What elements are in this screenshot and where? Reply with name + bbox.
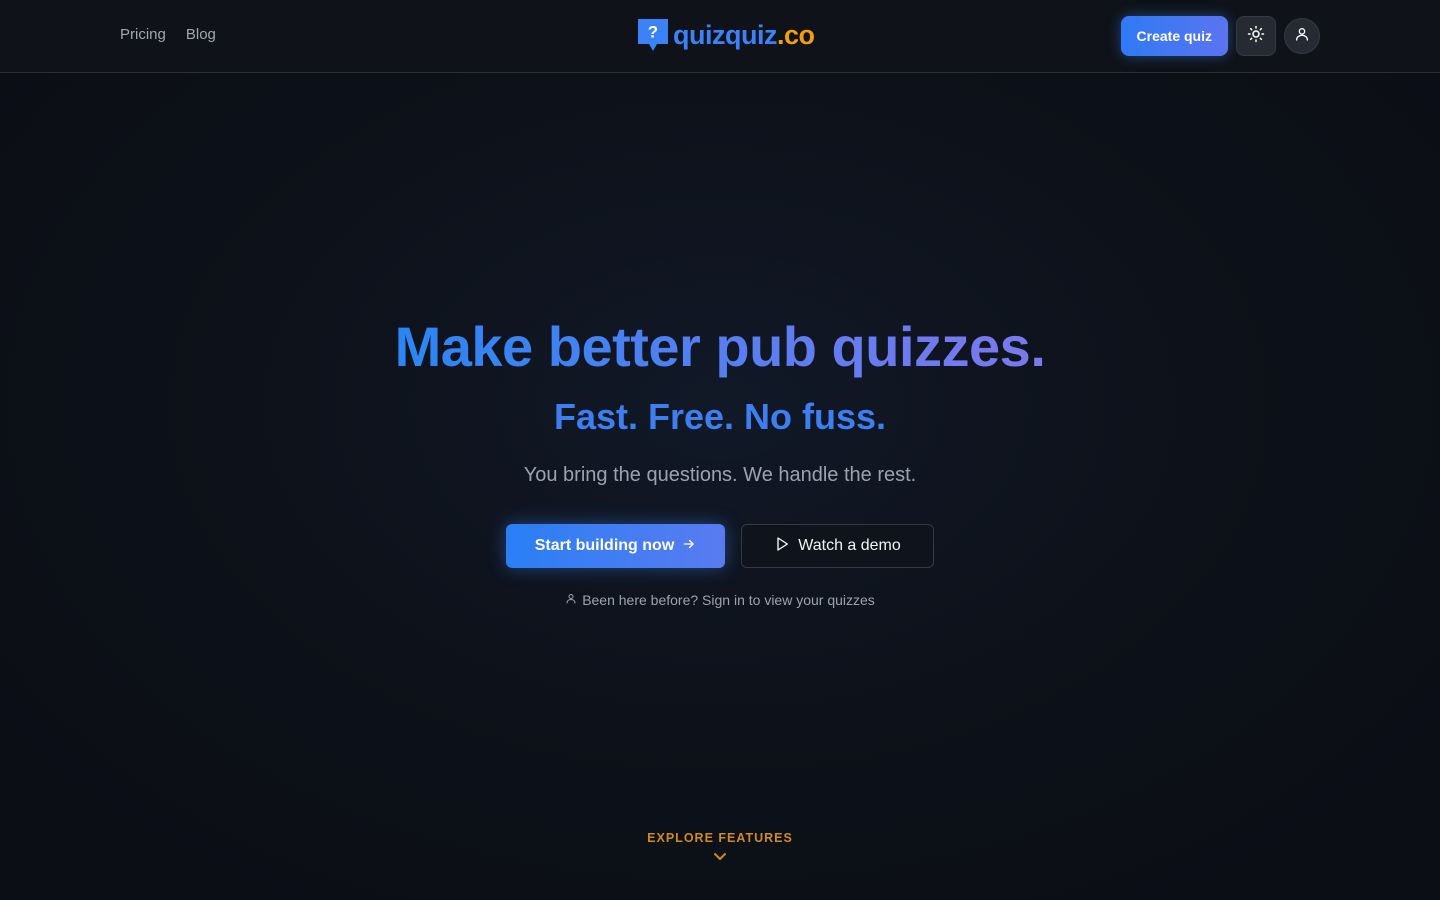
hero-description: You bring the questions. We handle the r…: [523, 464, 917, 486]
logo-wordmark: quizquiz.co: [673, 21, 815, 49]
logo-text-main: quizquiz: [673, 20, 777, 50]
svg-text:?: ?: [648, 23, 658, 42]
arrow-right-icon: [682, 537, 696, 556]
user-account-button[interactable]: [1284, 18, 1320, 54]
logo[interactable]: ? quizquiz.co: [638, 18, 815, 52]
explore-features-label: EXPLORE FEATURES: [647, 831, 793, 845]
theme-toggle-button[interactable]: [1236, 16, 1276, 56]
start-building-button[interactable]: Start building now: [506, 524, 725, 568]
sign-in-text: Been here before? Sign in to view your q…: [582, 592, 875, 608]
play-icon: [774, 536, 790, 557]
hero-title-text: Make better pub quizzes.: [394, 315, 1046, 378]
user-icon: [1294, 26, 1310, 47]
start-building-label: Start building now: [534, 537, 675, 554]
explore-features[interactable]: EXPLORE FEATURES: [0, 830, 1440, 862]
site-header: Pricing Blog ? quizquiz.co Create quiz: [0, 0, 1440, 73]
chevron-down-icon: [0, 852, 1440, 862]
user-small-icon: [565, 591, 577, 609]
hero-subtitle: Fast. Free. No fuss.: [553, 396, 887, 437]
sign-in-link[interactable]: Been here before? Sign in to view your q…: [0, 591, 1440, 609]
logo-mark-icon: ?: [638, 18, 668, 52]
watch-demo-button[interactable]: Watch a demo: [741, 524, 934, 568]
primary-nav: Pricing Blog: [120, 25, 216, 45]
sun-icon: [1247, 25, 1265, 48]
hero-cta-row: Start building now Watch a demo: [506, 524, 934, 568]
nav-link-blog[interactable]: Blog: [186, 25, 216, 45]
nav-link-pricing[interactable]: Pricing: [120, 25, 166, 45]
watch-demo-label: Watch a demo: [798, 537, 901, 554]
create-quiz-button[interactable]: Create quiz: [1120, 16, 1228, 56]
header-actions: Create quiz: [1120, 16, 1320, 56]
logo-text-tld: .co: [776, 20, 815, 50]
hero-title: Make better pub quizzes.: [0, 314, 1440, 380]
